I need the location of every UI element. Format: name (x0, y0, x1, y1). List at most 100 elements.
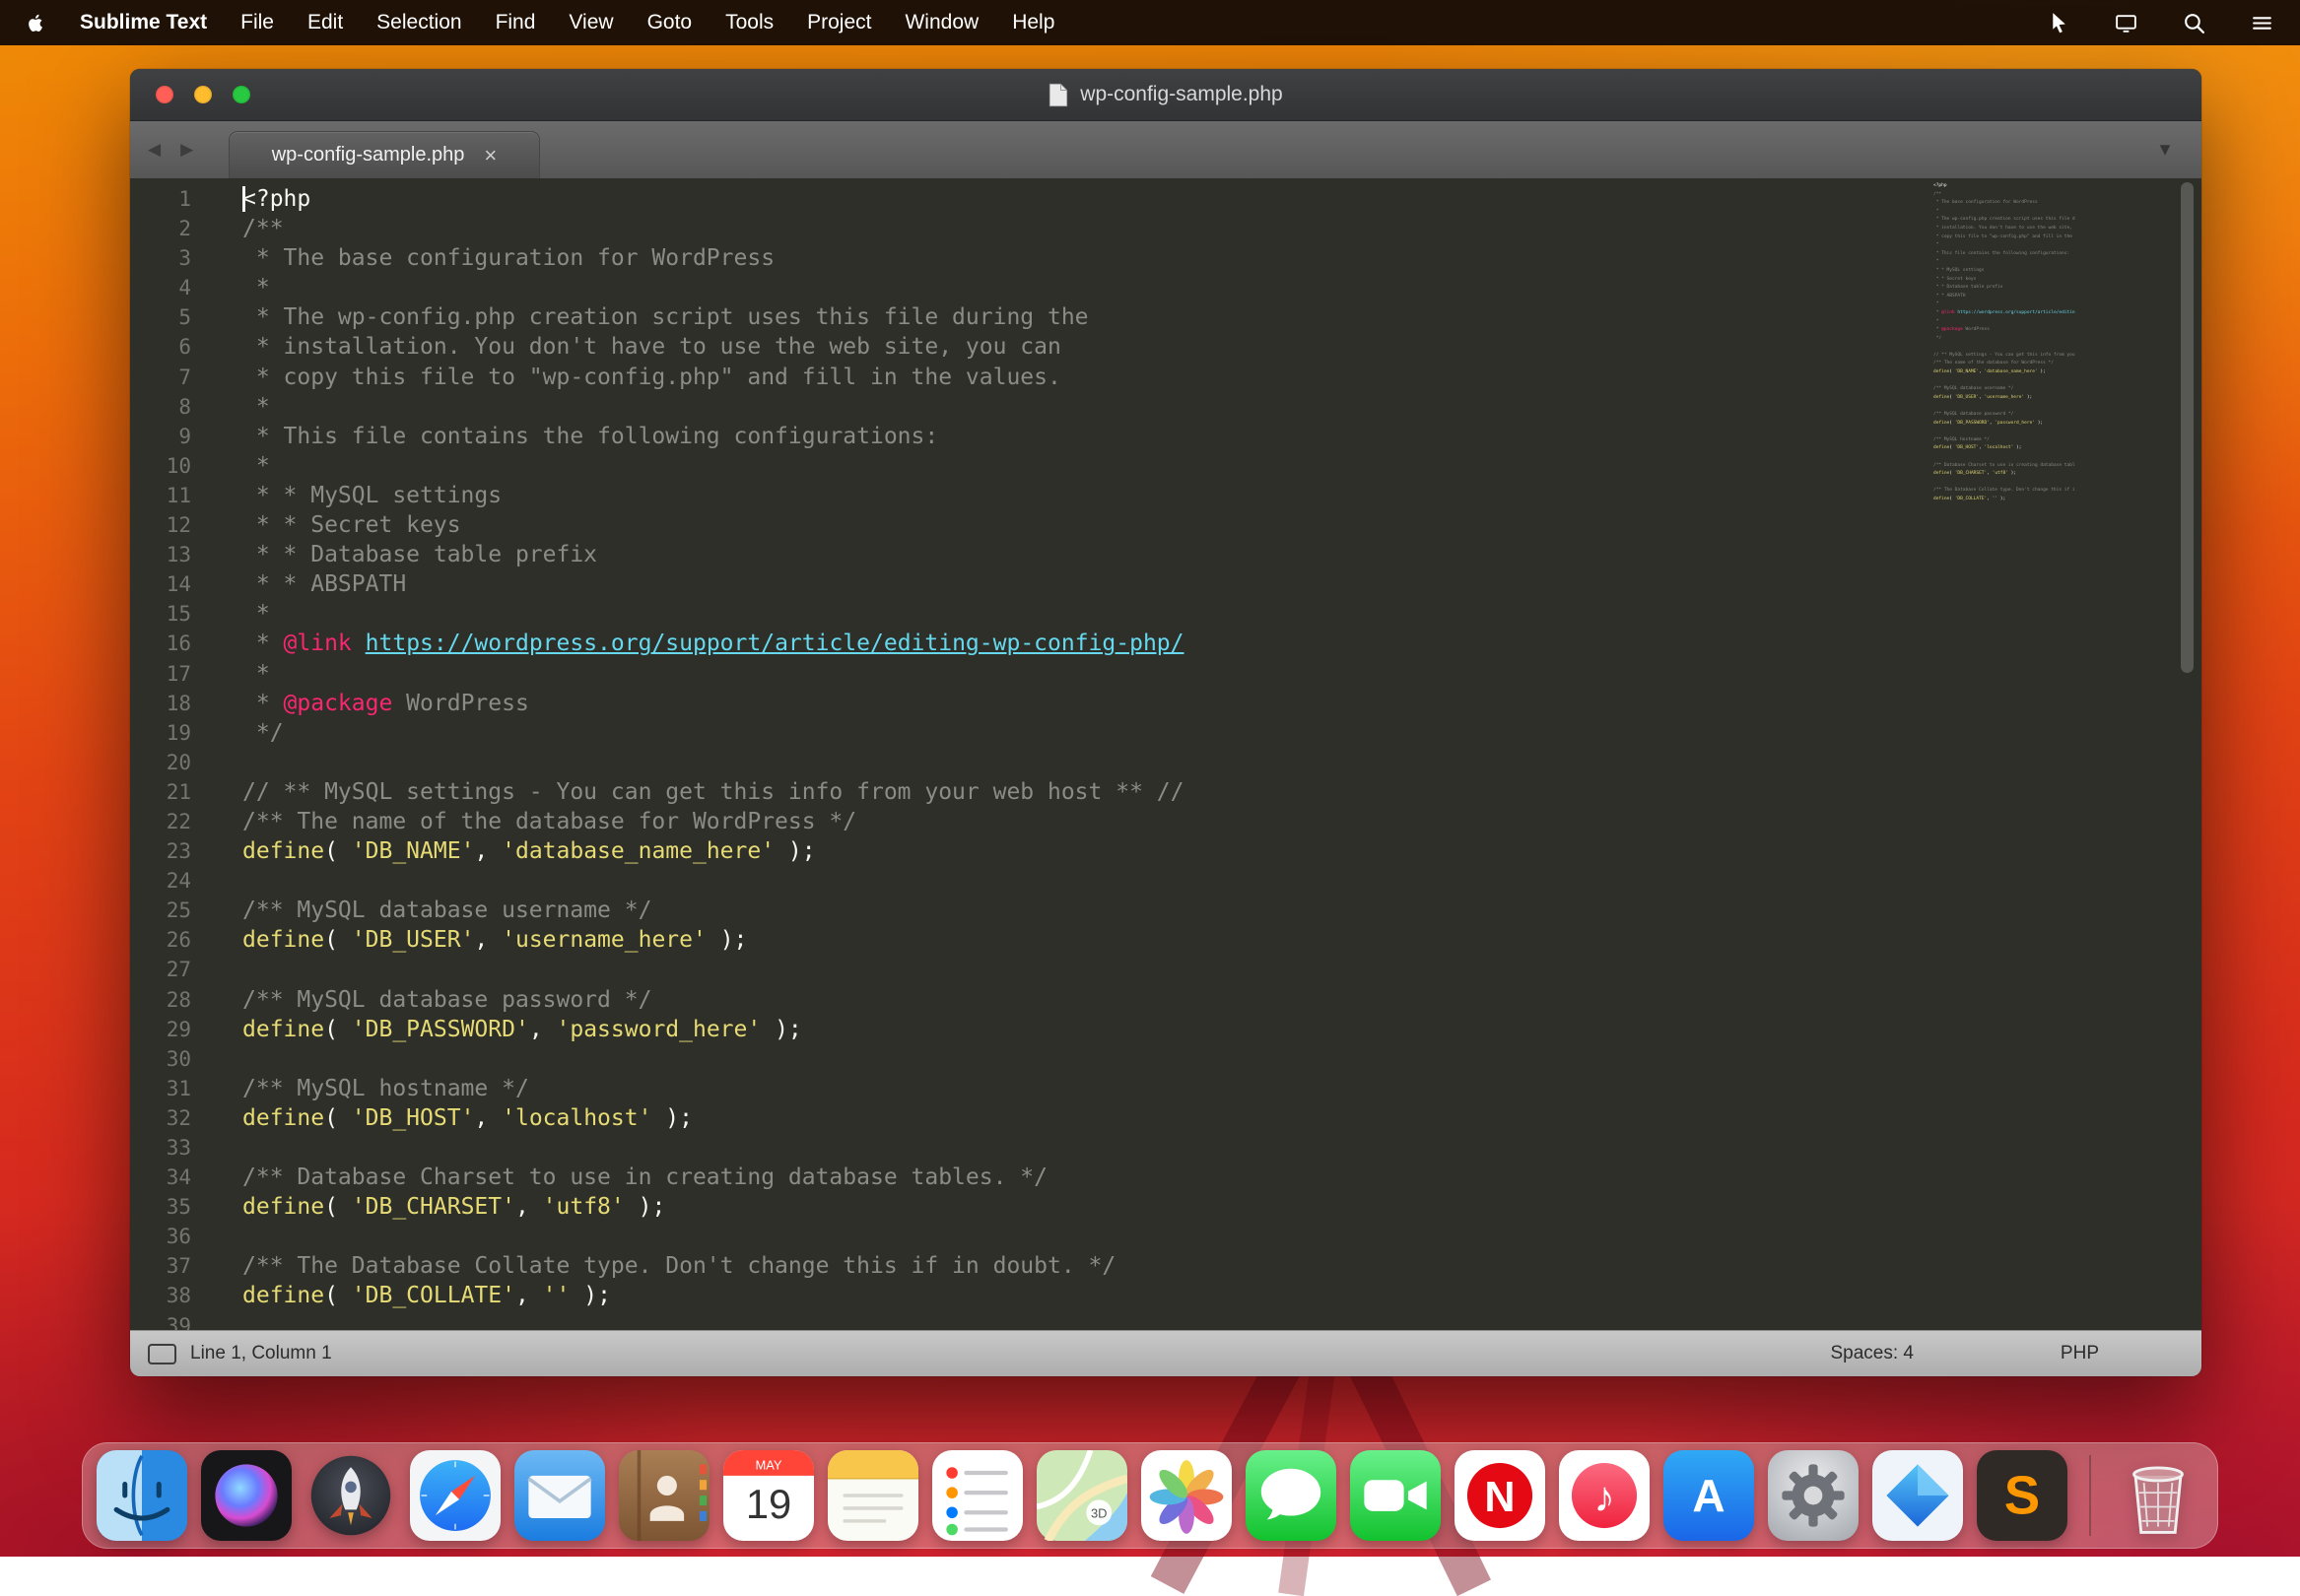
line-number: 13 (130, 540, 191, 569)
code-line: * (242, 659, 2201, 689)
reminders-icon (932, 1450, 1023, 1541)
line-number: 32 (130, 1103, 191, 1133)
minimize-window-button[interactable] (194, 86, 212, 103)
code-line (242, 748, 2201, 777)
menu-find[interactable]: Find (496, 11, 536, 34)
app-store-icon: A (1663, 1450, 1754, 1541)
line-number: 2 (130, 214, 191, 243)
spotlight-search-icon[interactable] (2182, 11, 2206, 35)
syntax-setting[interactable]: PHP (2061, 1343, 2099, 1364)
menu-edit[interactable]: Edit (307, 11, 343, 34)
dock-item-trash[interactable] (2113, 1450, 2203, 1541)
line-number: 24 (130, 866, 191, 896)
system-preferences-icon (1768, 1450, 1859, 1541)
code-line: * (242, 392, 2201, 422)
maps-3d-badge: 3D (1091, 1505, 1108, 1520)
music-note-glyph: ♪ (1593, 1474, 1615, 1521)
dock-item-safari[interactable] (410, 1450, 501, 1541)
zoom-window-button[interactable] (233, 86, 250, 103)
facetime-icon (1350, 1450, 1441, 1541)
line-number: 5 (130, 302, 191, 332)
code-line (242, 1222, 2201, 1251)
code-line: * * Database table prefix (242, 540, 2201, 569)
menu-selection[interactable]: Selection (376, 11, 461, 34)
apple-menu[interactable] (26, 11, 46, 35)
line-number: 35 (130, 1192, 191, 1222)
tab-wp-config-sample[interactable]: wp-config-sample.php × (229, 131, 540, 178)
tab-overflow-dropdown-icon[interactable]: ▼ (2156, 140, 2174, 161)
dock-item-messages[interactable] (1246, 1450, 1336, 1541)
menu-goto[interactable]: Goto (647, 11, 693, 34)
menu-tools[interactable]: Tools (725, 11, 774, 34)
menu-bar: Sublime Text File Edit Selection Find Vi… (0, 0, 2300, 45)
notification-list-icon[interactable] (2250, 11, 2274, 35)
tab-nav-back-icon[interactable]: ◀ (148, 140, 161, 160)
close-window-button[interactable] (156, 86, 173, 103)
dock-item-mail[interactable] (514, 1450, 605, 1541)
menu-window[interactable]: Window (905, 11, 979, 34)
tab-label: wp-config-sample.php (272, 144, 465, 166)
window-titlebar[interactable]: wp-config-sample.php (130, 69, 2201, 121)
menu-project[interactable]: Project (807, 11, 871, 34)
line-number: 15 (130, 599, 191, 629)
status-bar: Line 1, Column 1 Spaces: 4 PHP (130, 1330, 2201, 1376)
line-number: 10 (130, 451, 191, 481)
dock-item-notes[interactable] (828, 1450, 918, 1541)
vertical-scrollbar[interactable] (2181, 182, 2194, 673)
tab-close-icon[interactable]: × (484, 145, 497, 166)
dock-item-maps[interactable]: 3D (1037, 1450, 1127, 1541)
display-icon[interactable] (2114, 11, 2138, 35)
line-number: 3 (130, 243, 191, 273)
code-line: * (242, 273, 2201, 302)
calendar-icon: MAY 19 (723, 1450, 814, 1541)
dock-item-sublime-text[interactable]: S (1977, 1450, 2067, 1541)
cursor-tool-icon[interactable] (2046, 11, 2070, 35)
dock-item-launchpad[interactable] (305, 1450, 396, 1541)
dock-item-app-store[interactable]: A (1663, 1450, 1754, 1541)
line-number: 8 (130, 392, 191, 422)
code-line: * installation. You don't have to use th… (242, 332, 2201, 362)
dock-item-system-preferences[interactable] (1768, 1450, 1859, 1541)
code-line: define( 'DB_CHARSET', 'utf8' ); (242, 1192, 2201, 1222)
line-number: 21 (130, 777, 191, 807)
menu-view[interactable]: View (569, 11, 613, 34)
dock-item-reminders[interactable] (932, 1450, 1023, 1541)
line-number: 33 (130, 1133, 191, 1163)
line-number: 29 (130, 1015, 191, 1044)
line-number: 34 (130, 1163, 191, 1192)
sidebar-toggle-icon[interactable] (148, 1344, 176, 1364)
dock-item-finder[interactable] (97, 1450, 187, 1541)
dock-item-facetime[interactable] (1350, 1450, 1441, 1541)
sublime-letter: S (2004, 1466, 2040, 1526)
code-line: // ** MySQL settings - You can get this … (242, 777, 2201, 807)
messages-icon (1246, 1450, 1336, 1541)
line-number: 39 (130, 1311, 191, 1330)
dock-item-netflix[interactable]: N (1454, 1450, 1545, 1541)
code-line: define( 'DB_PASSWORD', 'password_here' )… (242, 1015, 2201, 1044)
code-line: /** MySQL database username */ (242, 896, 2201, 925)
dock: MAY 19 3D (82, 1442, 2218, 1549)
dock-item-calendar[interactable]: MAY 19 (723, 1450, 814, 1541)
blue-diamond-icon (1872, 1450, 1963, 1541)
siri-icon (201, 1450, 292, 1541)
indent-setting[interactable]: Spaces: 4 (1831, 1343, 1915, 1364)
tab-nav-forward-icon[interactable]: ▶ (180, 140, 193, 160)
dock-item-blue-diamond-app[interactable] (1872, 1450, 1963, 1541)
menu-file[interactable]: File (240, 11, 274, 34)
notes-icon (828, 1450, 918, 1541)
dock-item-siri[interactable] (201, 1450, 292, 1541)
line-number: 37 (130, 1251, 191, 1281)
text-caret (242, 186, 245, 212)
dock-item-itunes[interactable]: ♪ (1559, 1450, 1650, 1541)
code-editor[interactable]: 1234567891011121314151617181920212223242… (130, 178, 2201, 1330)
dock-item-photos[interactable] (1141, 1450, 1232, 1541)
menu-app-name[interactable]: Sublime Text (80, 11, 207, 34)
code-line: /** The Database Collate type. Don't cha… (242, 1251, 2201, 1281)
dock-item-contacts[interactable] (619, 1450, 710, 1541)
menu-help[interactable]: Help (1012, 11, 1054, 34)
code-line: /** The name of the database for WordPre… (242, 807, 2201, 836)
calendar-month-text: MAY (755, 1457, 781, 1472)
minimap[interactable]: <?php/** * The base configuration for Wo… (1933, 182, 2075, 559)
tab-bar: ◀ ▶ wp-config-sample.php × ▼ (130, 121, 2201, 178)
safari-icon (410, 1450, 501, 1541)
